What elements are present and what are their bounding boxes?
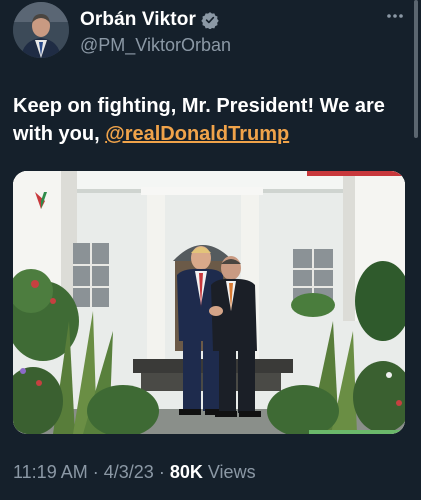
separator: · xyxy=(158,462,165,482)
verified-badge-icon xyxy=(201,12,219,29)
more-options-icon[interactable] xyxy=(385,8,405,24)
mention-link[interactable]: @realDonaldTrump xyxy=(105,123,289,145)
tweet-header: Orbán Viktor @PM_ViktorOrban xyxy=(0,0,421,64)
views-count: 80K xyxy=(169,462,203,482)
tweet-date[interactable]: 4/3/23 xyxy=(104,462,154,482)
views-label: Views xyxy=(207,462,256,482)
name-row: Orbán Viktor xyxy=(80,9,219,31)
author-handle[interactable]: @PM_ViktorOrban xyxy=(80,35,231,56)
tweet-photo[interactable] xyxy=(13,171,405,434)
avatar[interactable] xyxy=(13,2,69,58)
separator: · xyxy=(92,462,99,482)
author-display-name[interactable]: Orbán Viktor xyxy=(80,9,196,31)
tweet-text: Keep on fighting, Mr. President! We are … xyxy=(13,92,405,148)
tweet-meta: 11:19 AM · 4/3/23 · 80K Views xyxy=(13,462,256,483)
tweet-time[interactable]: 11:19 AM xyxy=(13,462,88,482)
scrollbar[interactable] xyxy=(414,0,418,138)
